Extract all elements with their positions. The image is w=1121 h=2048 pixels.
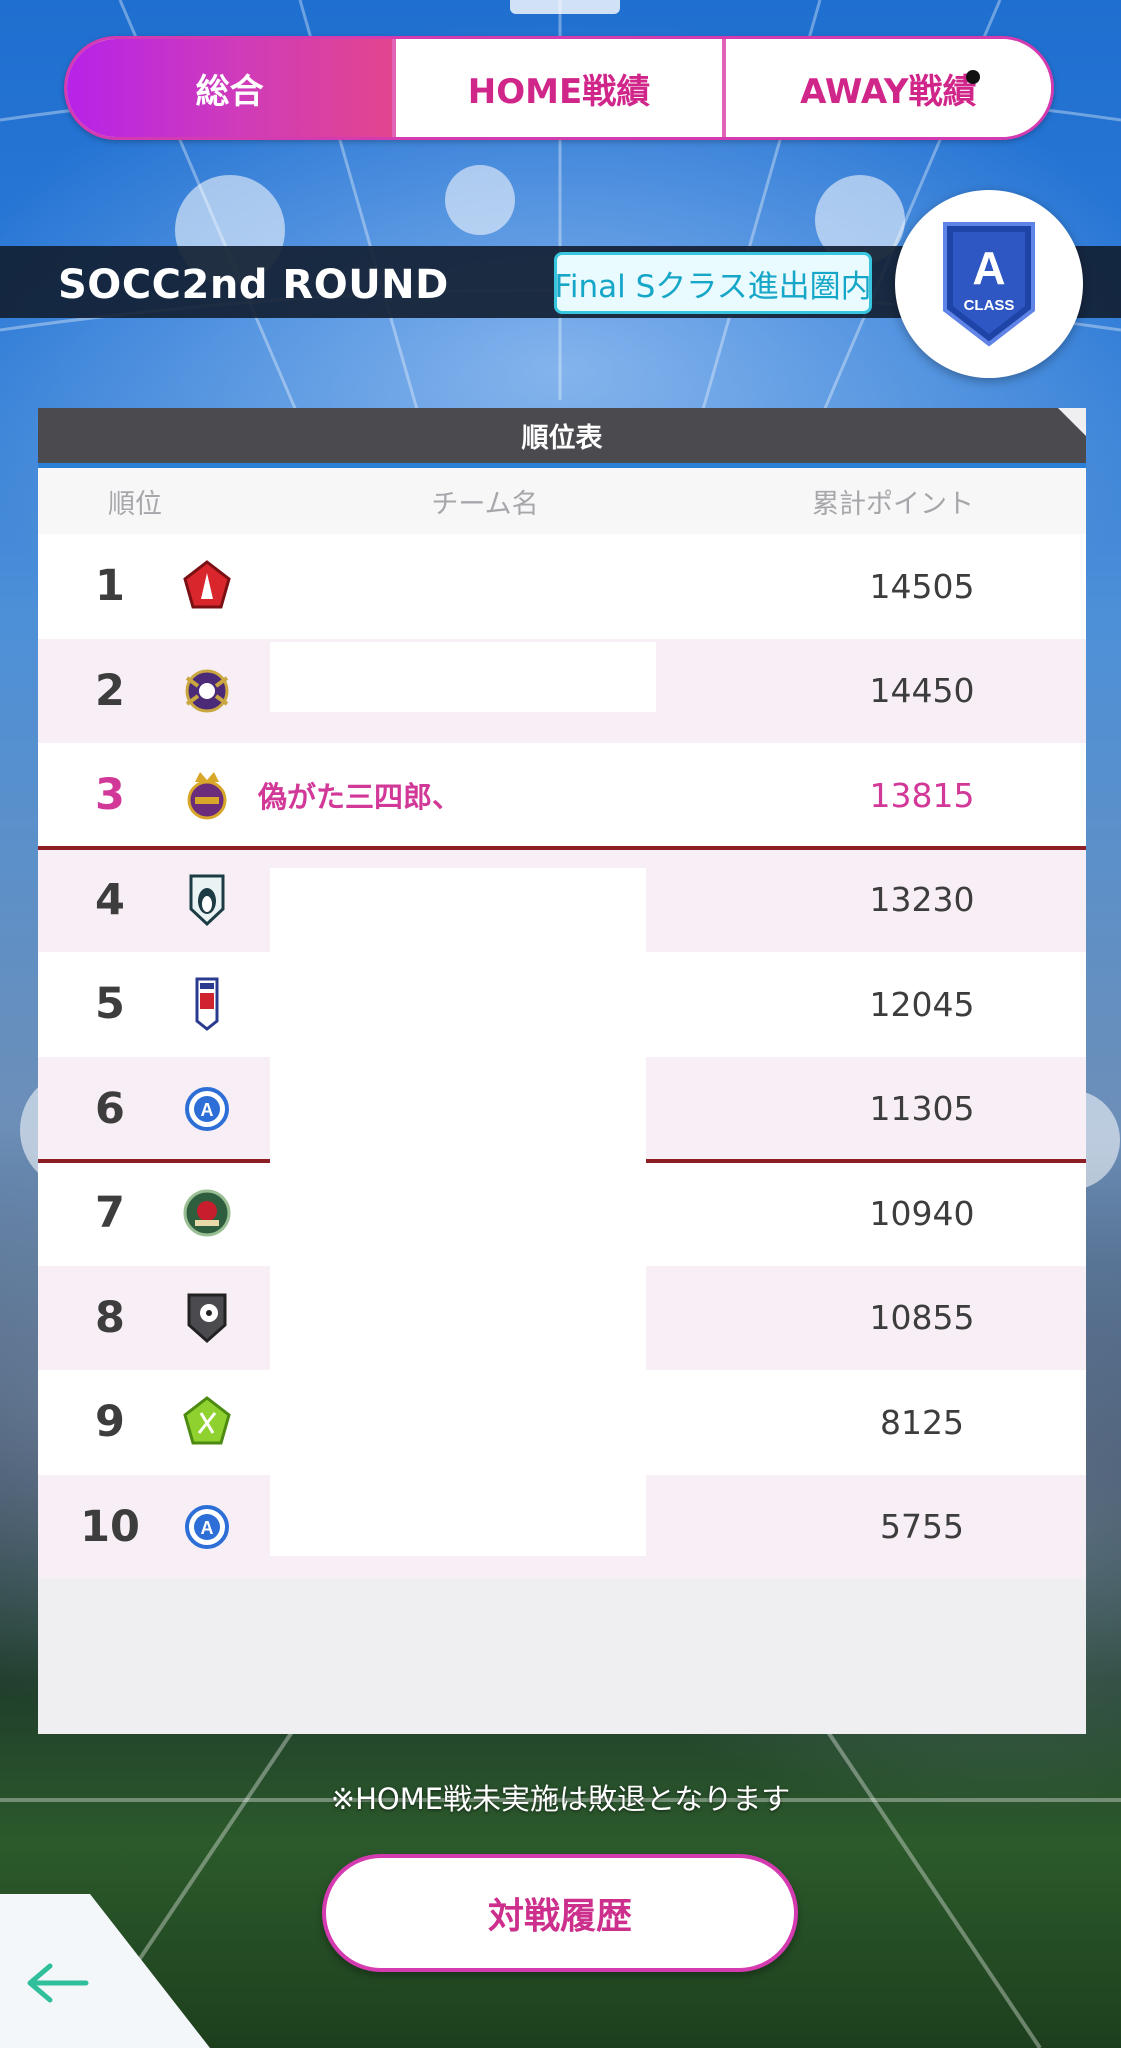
blue-a-emblem-icon: A [185, 1086, 229, 1131]
tab-away-record[interactable]: AWAY戦績 [721, 39, 1051, 137]
tab-home-record[interactable]: HOME戦績 [392, 39, 722, 137]
tall-shield-icon [195, 977, 219, 1032]
row-team-name: 偽がた三四郎、 [258, 780, 462, 815]
green-rose-emblem-icon [183, 1189, 231, 1237]
redaction-block [270, 868, 646, 1556]
standings-panel: 順位表 順位 チーム名 累計ポイント 1 14505 2 14450 3 偽がた… [38, 408, 1086, 1734]
row-points: 10940 [869, 1193, 975, 1233]
blue-a-emblem-icon: A [185, 1504, 229, 1549]
row-rank: 2 [95, 665, 125, 716]
qualification-badge: Final Sクラス進出圏内 [554, 252, 872, 314]
class-shield-icon: A CLASS [943, 222, 1035, 347]
redaction-block [270, 642, 656, 712]
grey-ball-shield-icon [187, 1293, 227, 1343]
back-arrow-icon [27, 1963, 89, 2003]
row-rank: 4 [95, 874, 125, 925]
row-rank: 10 [80, 1501, 140, 1552]
row-points: 5755 [880, 1507, 964, 1547]
svg-text:A: A [201, 1518, 214, 1538]
row-rank: 3 [95, 770, 125, 821]
standings-title: 順位表 [38, 408, 1086, 468]
red-pentagon-icon [183, 560, 231, 609]
round-title: SOCC2nd ROUND [58, 262, 449, 308]
team-column-header: チーム名 [431, 488, 539, 520]
rank-column-header: 順位 [108, 488, 162, 520]
lime-pentagon-icon [183, 1396, 231, 1445]
top-score-fragment [510, 0, 620, 14]
row-points: 11305 [869, 1089, 975, 1129]
tab-overall[interactable]: 総合 [67, 39, 393, 137]
row-rank: 1 [95, 561, 125, 612]
crown-crest-icon [187, 772, 227, 820]
row-rank: 7 [95, 1188, 125, 1239]
standings-column-header: 順位 チーム名 累計ポイント [38, 468, 1086, 534]
row-rank: 8 [95, 1292, 125, 1343]
touch-indicator [966, 70, 980, 84]
points-column-header: 累計ポイント [812, 488, 974, 520]
svg-text:A: A [201, 1100, 214, 1120]
class-word: CLASS [964, 297, 1015, 314]
penguin-shield-icon [189, 874, 225, 926]
standings-row[interactable]: 1 14505 [38, 534, 1086, 639]
tab-bar: 総合 HOME戦績 AWAY戦績 [64, 36, 1054, 140]
purple-crest-icon [185, 669, 229, 713]
standings-row-own-team[interactable]: 3 偽がた三四郎、 13815 [38, 743, 1086, 849]
row-points: 14505 [869, 566, 975, 606]
row-points: 8125 [880, 1402, 964, 1442]
row-rank: 9 [95, 1397, 125, 1448]
class-letter: A [972, 242, 1005, 294]
home-match-note: ※HOME戦未実施は敗退となります [330, 1782, 791, 1816]
row-points: 13815 [869, 775, 975, 815]
row-rank: 5 [95, 979, 125, 1030]
row-points: 14450 [869, 671, 975, 711]
row-points: 10855 [869, 1298, 975, 1338]
row-points: 13230 [869, 880, 975, 920]
row-points: 12045 [869, 984, 975, 1024]
row-rank: 6 [95, 1083, 125, 1134]
match-history-button[interactable]: 対戦履歴 [322, 1854, 798, 1972]
